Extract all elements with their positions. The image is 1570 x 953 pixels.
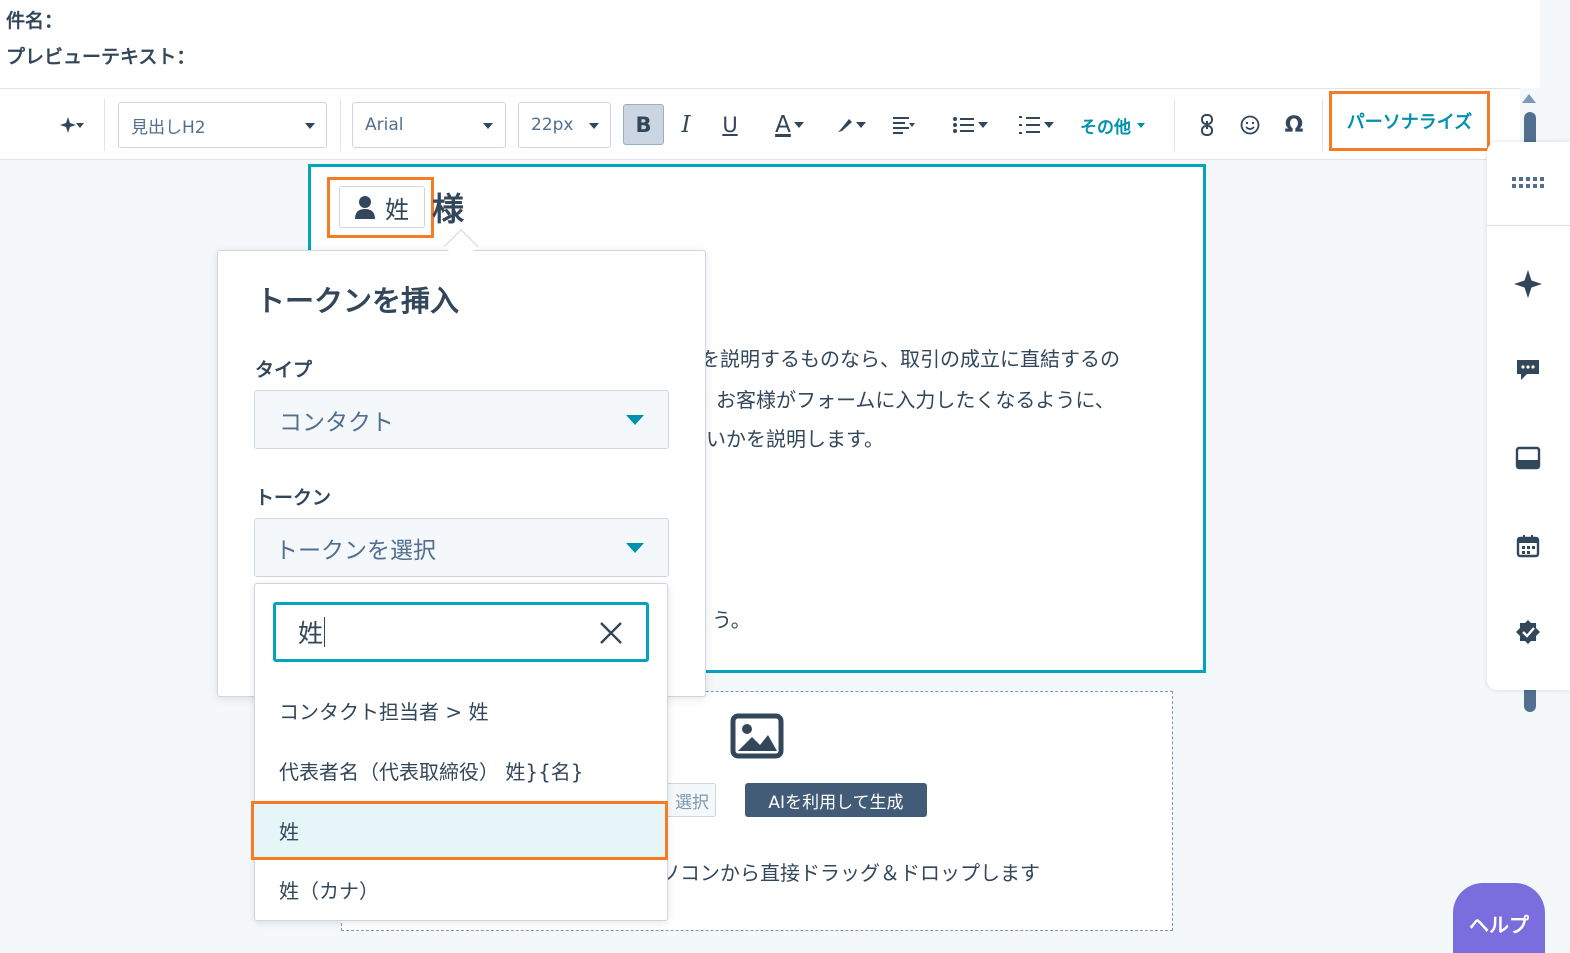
rail-divider (1487, 225, 1570, 226)
underline-button[interactable]: U (716, 89, 744, 161)
bulleted-list-button[interactable] (938, 89, 992, 161)
chevron-down-icon (1044, 122, 1054, 128)
chevron-down-icon (856, 122, 866, 128)
chevron-down-icon (589, 123, 599, 129)
contact-person-icon (355, 196, 375, 219)
apps-grid-icon[interactable] (1510, 165, 1546, 201)
token-type-select[interactable]: コンタクト (254, 390, 669, 449)
ai-sparkle-icon[interactable] (1510, 266, 1546, 302)
chevron-down-icon (978, 122, 988, 128)
subject-label: 件名： (6, 10, 64, 32)
more-menu-button[interactable]: その他 (1080, 89, 1145, 161)
type-label: タイプ (255, 359, 313, 381)
smiley-icon (1240, 115, 1260, 135)
bold-button[interactable]: B (623, 104, 664, 145)
help-button[interactable]: ヘルプ (1453, 883, 1545, 953)
email-meta-header: 件名： プレビューテキスト： (0, 0, 1540, 88)
token-option-representative-name[interactable]: 代表者名（代表取締役） 姓}{名} (255, 741, 667, 800)
personalize-button[interactable]: パーソナライズ (1329, 91, 1490, 151)
layout-panel-icon[interactable] (1510, 440, 1546, 476)
font-family-value: Arial (365, 115, 404, 135)
more-menu-label: その他 (1080, 117, 1131, 138)
italic-button[interactable]: I (672, 89, 700, 161)
generate-with-ai-button[interactable]: AIを利用して生成 (745, 783, 927, 817)
token-option-contact-owner-last-name[interactable]: コンタクト担当者 > 姓 (255, 681, 667, 740)
token-chip-label: 姓 (385, 195, 409, 224)
font-family-select[interactable]: Arial (352, 102, 506, 148)
align-button[interactable] (884, 89, 924, 161)
bulleted-list-icon (953, 117, 974, 133)
chevron-down-icon (483, 123, 493, 129)
drag-drop-hint: ソコンから直接ドラッグ＆ドロップします (660, 861, 1040, 885)
chevron-down-icon (76, 123, 84, 128)
body-text-line: を説明するものなら、取引の成立に直結するの (700, 347, 1120, 371)
token-option-last-name-kana[interactable]: 姓（カナ） (255, 860, 667, 919)
token-type-value: コンタクト (279, 409, 394, 436)
special-character-button[interactable]: Ω (1280, 89, 1308, 161)
chevron-down-icon (626, 543, 644, 553)
font-size-value: 22px (531, 115, 574, 135)
font-color-icon: A (775, 112, 791, 138)
heading-style-select[interactable]: 見出しH2 (118, 102, 327, 148)
highlighter-icon (838, 119, 852, 132)
omega-icon: Ω (1284, 112, 1304, 138)
chevron-down-icon (1137, 122, 1145, 128)
token-option-last-name[interactable]: 姓 (251, 801, 668, 860)
numbered-list-icon (1019, 116, 1040, 134)
link-button[interactable] (1194, 89, 1220, 161)
popover-title: トークンを挿入 (256, 284, 460, 318)
token-select-placeholder: トークンを選択 (275, 537, 436, 564)
font-size-select[interactable]: 22px (518, 102, 611, 148)
preview-text-label: プレビューテキスト： (6, 46, 196, 68)
body-text-line: う。 (712, 608, 751, 632)
align-left-icon (893, 117, 915, 134)
scroll-up-arrow-icon[interactable] (1522, 94, 1536, 103)
text-cursor (324, 617, 326, 647)
image-icon (730, 713, 784, 759)
greeting-suffix: 様 (432, 190, 465, 228)
highlight-button[interactable] (822, 89, 868, 161)
calendar-icon[interactable] (1510, 528, 1546, 564)
emoji-button[interactable] (1236, 89, 1264, 161)
font-color-button[interactable]: A (758, 89, 808, 161)
personalization-token-chip[interactable]: 姓 (339, 186, 425, 228)
body-text-line: お客様がフォームに入力したくなるように、 (716, 388, 1115, 412)
chevron-down-icon (626, 415, 644, 425)
heading-style-value: 見出しH2 (131, 117, 206, 138)
body-text-line: いかを説明します。 (706, 427, 884, 451)
sparkle-icon (60, 117, 76, 133)
token-search-input[interactable]: 姓 (273, 602, 649, 662)
token-label: トークン (255, 487, 332, 509)
verified-check-icon[interactable] (1510, 614, 1546, 650)
link-icon (1201, 114, 1213, 136)
chevron-down-icon (794, 122, 804, 128)
clear-search-icon[interactable] (597, 619, 625, 647)
ai-assist-button[interactable] (46, 89, 90, 161)
comments-icon[interactable] (1510, 352, 1546, 388)
editor-toolbar: 見出しH2 Arial 22px B I U A その他 Ω パーソナライズ (0, 88, 1540, 160)
numbered-list-button[interactable] (1004, 89, 1058, 161)
token-search-value: 姓 (298, 619, 324, 648)
token-select[interactable]: トークンを選択 (254, 518, 669, 577)
chevron-down-icon (305, 123, 315, 129)
